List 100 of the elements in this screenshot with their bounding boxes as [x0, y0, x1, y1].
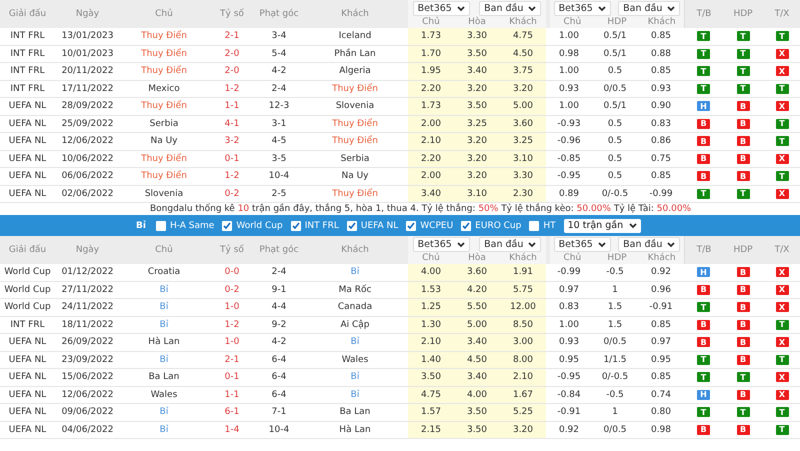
period-select[interactable]: Ban đầu	[618, 1, 680, 16]
bookmaker-select[interactable]: Bet365	[554, 237, 611, 252]
league-cell-text: UEFA NL	[8, 371, 48, 384]
bookmaker-select[interactable]: Bet365	[554, 1, 611, 16]
odds-cell: 1.67	[500, 386, 546, 403]
score-cell-text: 1-0	[224, 301, 240, 314]
result-badge: H	[697, 101, 710, 112]
away-team-cell-text: Canada	[336, 301, 374, 314]
filter-checkbox[interactable]: World Cup	[222, 220, 283, 230]
date-cell-text: 10/01/2023	[60, 48, 114, 61]
result-badge: B	[736, 337, 750, 348]
result-badge: H	[697, 267, 710, 278]
handicap-cell-text: 1.00	[558, 65, 580, 78]
odds-cell: 5.00	[454, 316, 500, 333]
away-team-cell-text: Slovenia	[334, 100, 376, 114]
league-cell-text: UEFA NL	[8, 188, 48, 201]
score-cell-text: 2-0	[224, 65, 240, 78]
column-header: Chủ	[154, 244, 174, 257]
column-header: Hòa	[467, 252, 487, 264]
handicap-cell-text: 0.5/1	[602, 48, 628, 61]
handicap-cell-text: 1	[611, 284, 619, 297]
date-cell-text: 18/11/2022	[60, 318, 114, 332]
check-icon	[407, 222, 416, 230]
odds-cell: 4.20	[454, 282, 500, 298]
handicap-cell-text: -0.93	[556, 118, 582, 131]
away-team-cell-text: Hà Lan	[338, 424, 372, 437]
corners-cell-text: 10-4	[268, 424, 290, 437]
home-team-cell-text: Bỉ	[158, 284, 170, 297]
filter-checkbox[interactable]: WCPEU	[406, 220, 454, 230]
handicap-cell-text: 0.5/1	[602, 30, 628, 44]
handicap-cell-text: 0.5	[606, 65, 624, 78]
result-badge: X	[776, 188, 788, 199]
date-cell-text: 28/09/2022	[60, 100, 114, 114]
odds-cell: 1.30	[408, 316, 454, 333]
result-badge: B	[697, 154, 710, 164]
odds-cell: 3.20	[454, 168, 500, 184]
filter-checkbox[interactable]: H-A Same	[156, 220, 214, 230]
check-icon	[348, 222, 356, 230]
column-header: Khách	[508, 252, 538, 264]
odds-cell: 3.20	[500, 80, 546, 97]
result-badge: B	[697, 136, 710, 146]
result-badge: X	[776, 284, 788, 295]
odds-cell: 8.00	[500, 352, 546, 368]
result-badge: T	[776, 354, 788, 365]
result-badge: B	[697, 171, 710, 182]
column-header: Chủ	[421, 252, 441, 264]
league-cell-text: UEFA NL	[8, 424, 48, 437]
handicap-cell-text: -0.85	[556, 152, 582, 166]
away-team-cell-text: Bỉ	[350, 336, 360, 350]
handicap-cell-text: 0/-0.5	[600, 371, 630, 384]
odds-cell: 5.75	[500, 282, 546, 298]
handicap-cell-text: 0.85	[650, 30, 672, 44]
result-badge: T	[697, 372, 710, 382]
bookmaker-select[interactable]: Bet365	[412, 1, 470, 16]
date-cell-text: 12/06/2022	[60, 388, 114, 402]
handicap-cell-text: 0.5	[606, 135, 624, 148]
result-badge: T	[776, 84, 788, 94]
caret-icon	[667, 6, 676, 12]
league-cell-text: UEFA NL	[8, 118, 48, 131]
bookmaker-select[interactable]: Bet365	[412, 237, 470, 252]
away-team-cell-text: Wales	[340, 354, 370, 367]
league-cell-text: UEFA NL	[8, 336, 48, 350]
period-select[interactable]: Ban đầu	[618, 237, 680, 252]
handicap-cell-text: 0.97	[650, 336, 672, 350]
handicap-cell-text: 0.90	[650, 100, 672, 114]
result-badge: B	[736, 101, 750, 112]
check-icon	[462, 222, 470, 230]
corners-cell-text: 2-4	[270, 266, 288, 280]
result-badge: T	[776, 118, 788, 129]
filter-checkbox[interactable]: UEFA NL	[346, 220, 398, 230]
date-cell-text: 01/12/2022	[60, 266, 114, 280]
odds-cell: 5.25	[500, 404, 546, 420]
filter-checkbox[interactable]: HT	[529, 220, 556, 230]
date-cell-text: 23/09/2022	[60, 354, 114, 367]
score-cell-text: 2-0	[224, 48, 240, 61]
odds-cell: 1.91	[500, 264, 546, 280]
result-badge: B	[697, 118, 710, 129]
away-team-cell-text: Ma Rốc	[338, 283, 372, 297]
period-select[interactable]: Ban đầu	[479, 237, 542, 252]
caret-icon	[598, 242, 606, 248]
column-header: Khách	[340, 244, 370, 257]
period-select[interactable]: Ban đầu	[479, 1, 542, 16]
away-team-cell-text: Bỉ	[350, 388, 360, 402]
range-select[interactable]: 10 trận gần	[564, 218, 642, 232]
handicap-cell-text: 0.83	[650, 118, 672, 131]
odds-cell: 3.30	[454, 28, 500, 44]
result-badge: T	[776, 171, 788, 182]
result-badge: B	[736, 302, 750, 312]
date-cell-text: 25/09/2022	[60, 118, 114, 131]
odds-cell: 3.40	[408, 186, 454, 202]
filter-checkbox[interactable]: EURO Cup	[461, 220, 522, 230]
filter-checkbox[interactable]: INT FRL	[290, 220, 339, 230]
handicap-cell-text: 0.85	[650, 371, 672, 384]
result-badge: T	[697, 84, 710, 94]
away-team-cell-text: Ai Cập	[339, 318, 371, 332]
column-header: T/X	[774, 244, 790, 257]
corners-cell-text: 6-4	[270, 388, 288, 402]
league-cell-text: UEFA NL	[8, 135, 48, 148]
home-team-cell-text: Bỉ	[158, 300, 170, 314]
result-badge: B	[697, 424, 710, 435]
